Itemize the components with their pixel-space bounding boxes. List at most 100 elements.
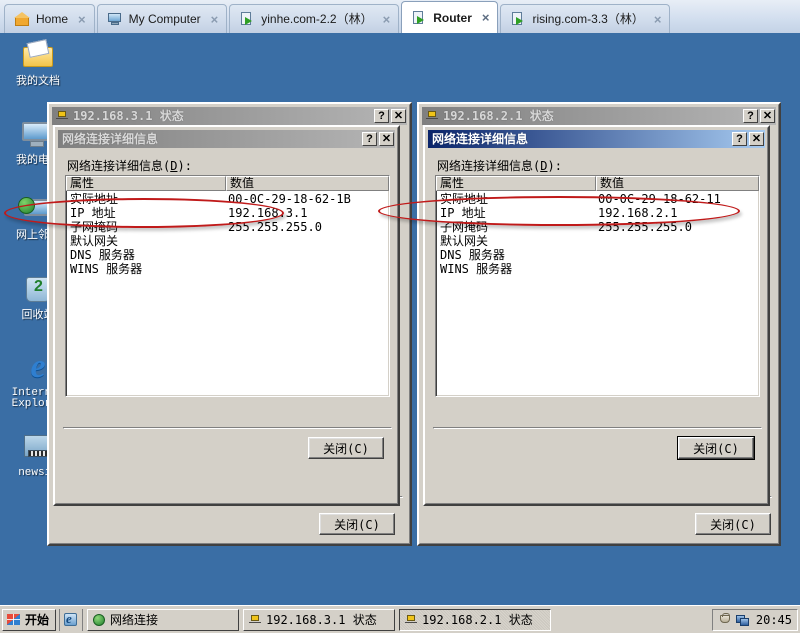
network-pair-icon[interactable] xyxy=(735,613,752,627)
help-button[interactable]: ? xyxy=(732,132,747,146)
vmware-tab-strip: Home × My Computer × yinhe.com-2.2（林） × … xyxy=(0,0,800,34)
close-button[interactable]: ✕ xyxy=(749,132,764,146)
table-row[interactable]: 实际地址 00-0C-29-18-62-11 xyxy=(436,192,759,206)
column-header-property[interactable]: 属性 xyxy=(66,176,226,191)
cell-property: 默认网关 xyxy=(440,234,489,248)
tab-close-icon[interactable]: × xyxy=(482,11,490,24)
listview-body: 实际地址 00-0C-29-18-62-11 IP 地址 192.168.2.1… xyxy=(436,191,759,276)
inner-close-button[interactable]: 关闭(C) xyxy=(308,437,384,459)
details-dialog-192-168-2-1[interactable]: 网络连接详细信息 ? ✕ 网络连接详细信息(D): 属性 数值 实际地址 00-… xyxy=(423,125,770,506)
inner-close-button-label: 关闭(C) xyxy=(323,441,369,456)
listview-body: 实际地址 00-0C-29-18-62-1B IP 地址 192.168.3.1… xyxy=(66,191,389,276)
ie-icon[interactable] xyxy=(62,611,80,628)
taskbar-item-192-168-2-1[interactable]: 192.168.2.1 状态 xyxy=(399,608,551,631)
table-row[interactable]: DNS 服务器 xyxy=(66,248,389,262)
tab-label: My Computer xyxy=(128,12,201,26)
details-label: 网络连接详细信息(D): xyxy=(67,157,192,174)
listview-header: 属性 数值 xyxy=(436,176,759,191)
shield-icon[interactable] xyxy=(718,612,732,627)
network-status-icon xyxy=(54,109,70,123)
table-row[interactable]: 默认网关 xyxy=(66,234,389,248)
table-row[interactable]: WINS 服务器 xyxy=(436,262,759,276)
table-row[interactable]: IP 地址 192.168.3.1 xyxy=(66,206,389,220)
tab-rising[interactable]: rising.com-3.3（林） × xyxy=(500,4,671,33)
cell-property: WINS 服务器 xyxy=(70,262,143,276)
column-header-value[interactable]: 数值 xyxy=(596,176,759,191)
help-button[interactable]: ? xyxy=(743,109,758,123)
globe-icon xyxy=(92,613,106,627)
start-button[interactable]: 开始 xyxy=(2,608,56,631)
window-titlebar[interactable]: 192.168.2.1 状态 ? ✕ xyxy=(422,107,776,125)
clock[interactable]: 20:45 xyxy=(756,613,792,627)
cell-property: IP 地址 xyxy=(440,206,486,220)
cell-property: 实际地址 xyxy=(70,192,119,206)
cell-value xyxy=(594,234,757,248)
cell-value: 00-0C-29-18-62-1B xyxy=(228,192,351,206)
help-button[interactable]: ? xyxy=(374,109,389,123)
vm-running-icon xyxy=(239,11,255,27)
system-tray: 20:45 xyxy=(711,608,798,631)
dialog-titlebar[interactable]: 网络连接详细信息 ? ✕ xyxy=(58,130,395,148)
quick-launch-bar xyxy=(59,608,83,631)
tab-close-icon[interactable]: × xyxy=(383,13,391,26)
details-listview[interactable]: 属性 数值 实际地址 00-0C-29-18-62-1B IP 地址 192.1… xyxy=(65,175,390,397)
net-status-icon xyxy=(248,613,262,627)
outer-close-button[interactable]: 关闭(C) xyxy=(319,513,395,535)
screen: Home × My Computer × yinhe.com-2.2（林） × … xyxy=(0,0,800,633)
start-button-label: 开始 xyxy=(25,613,50,627)
dialog-button-separator xyxy=(433,427,762,429)
tab-yinhe[interactable]: yinhe.com-2.2（林） × xyxy=(229,4,400,33)
taskbar-item-192-168-3-1[interactable]: 192.168.3.1 状态 xyxy=(243,608,395,631)
listview-header: 属性 数值 xyxy=(66,176,389,191)
table-row[interactable]: 子网掩码 255.255.255.0 xyxy=(66,220,389,234)
guest-desktop: 我的文档 我的电脑 网上邻居 回收站 Internet Explorer new… xyxy=(0,33,800,605)
cell-property: WINS 服务器 xyxy=(440,262,513,276)
close-button[interactable]: ✕ xyxy=(760,109,775,123)
table-row[interactable]: WINS 服务器 xyxy=(66,262,389,276)
tab-router[interactable]: Router × xyxy=(401,1,499,33)
table-row[interactable]: 实际地址 00-0C-29-18-62-1B xyxy=(66,192,389,206)
vm-running-icon xyxy=(411,10,427,26)
desktop-icon-my-documents[interactable]: 我的文档 xyxy=(6,39,70,87)
details-listview[interactable]: 属性 数值 实际地址 00-0C-29-18-62-11 IP 地址 192.1… xyxy=(435,175,760,397)
dialog-title: 网络连接详细信息 xyxy=(62,132,159,146)
table-row[interactable]: 子网掩码 255.255.255.0 xyxy=(436,220,759,234)
cell-value: 255.255.255.0 xyxy=(228,220,322,234)
net-status-icon xyxy=(404,613,418,627)
tab-home[interactable]: Home × xyxy=(4,4,95,33)
table-row[interactable]: DNS 服务器 xyxy=(436,248,759,262)
close-button[interactable]: ✕ xyxy=(379,132,394,146)
cell-value xyxy=(224,248,387,262)
cell-value: 192.168.2.1 xyxy=(598,206,678,220)
help-button[interactable]: ? xyxy=(362,132,377,146)
tab-label: rising.com-3.3（林） xyxy=(532,12,644,26)
tab-label: Home xyxy=(36,12,69,26)
window-title: 192.168.2.1 状态 xyxy=(443,109,554,123)
outer-close-button[interactable]: 关闭(C) xyxy=(695,513,771,535)
dialog-title: 网络连接详细信息 xyxy=(432,132,529,146)
details-dialog-192-168-3-1[interactable]: 网络连接详细信息 ? ✕ 网络连接详细信息(D): 属性 数值 实际地址 00-… xyxy=(53,125,400,506)
home-icon xyxy=(14,11,30,27)
tab-close-icon[interactable]: × xyxy=(211,13,219,26)
cell-property: 默认网关 xyxy=(70,234,119,248)
taskbar-item-label: 192.168.3.1 状态 xyxy=(266,613,377,627)
table-row[interactable]: 默认网关 xyxy=(436,234,759,248)
taskbar-item-network-connections[interactable]: 网络连接 xyxy=(87,608,239,631)
close-button[interactable]: ✕ xyxy=(391,109,406,123)
column-header-value[interactable]: 数值 xyxy=(226,176,389,191)
column-header-property[interactable]: 属性 xyxy=(436,176,596,191)
cell-value xyxy=(224,262,387,276)
tab-my-computer[interactable]: My Computer × xyxy=(96,4,228,33)
table-row[interactable]: IP 地址 192.168.2.1 xyxy=(436,206,759,220)
cell-property: 实际地址 xyxy=(440,192,489,206)
tab-close-icon[interactable]: × xyxy=(654,13,662,26)
inner-close-button[interactable]: 关闭(C) xyxy=(677,436,755,460)
window-titlebar[interactable]: 192.168.3.1 状态 ? ✕ xyxy=(52,107,407,125)
cell-value xyxy=(224,234,387,248)
cell-property: 子网掩码 xyxy=(440,220,489,234)
cell-value: 00-0C-29-18-62-11 xyxy=(598,192,721,206)
tab-close-icon[interactable]: × xyxy=(78,13,86,26)
desktop-icon-label: 我的文档 xyxy=(16,75,60,87)
dialog-titlebar[interactable]: 网络连接详细信息 ? ✕ xyxy=(428,130,765,148)
vm-running-icon xyxy=(510,11,526,27)
